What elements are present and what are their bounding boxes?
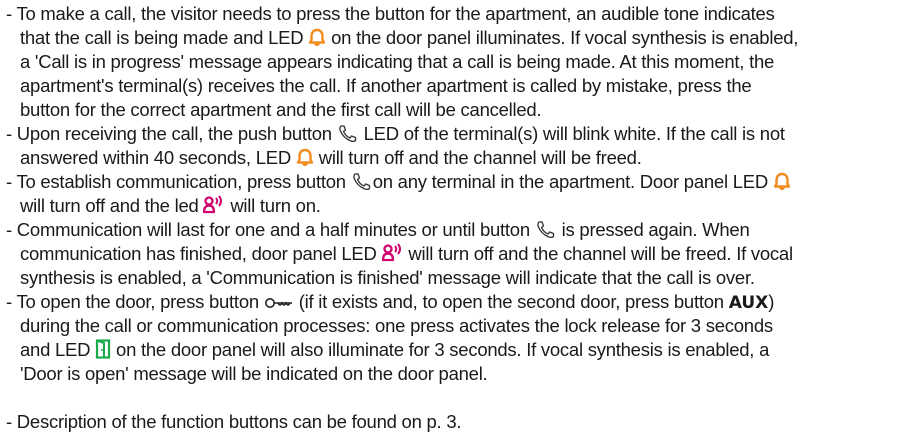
handset-icon [537,221,554,239]
text-line: - To establish communication, press butt… [6,170,902,194]
text-segment: will turn off and the led [20,195,199,216]
bell-led-icon [773,172,791,191]
text-line: answered within 40 seconds, LED will tur… [6,146,902,170]
paragraph-receive-call: - Upon receiving the call, the push butt… [6,122,902,170]
paragraph-establish-communication: - To establish communication, press butt… [6,170,902,218]
talk-led-icon [203,195,223,214]
text-segment: on the door panel illuminates. If vocal … [331,27,799,48]
handset-icon [352,173,370,191]
text-line: apartment's terminal(s) receives the cal… [20,75,752,96]
text-line: - Communication will last for one and a … [6,218,902,242]
door-open-led-icon [96,339,111,359]
text-line: will turn off and the led will turn on. [6,194,902,218]
text-segment: LED of the terminal(s) will blink white.… [363,123,785,144]
text-segment: will turn off and the channel will be fr… [318,147,642,168]
text-line: synthesis is enabled, a 'Communication i… [20,267,755,288]
text-segment: (if it exists and, to open the second do… [298,291,724,312]
text-line: 'Door is open' message will be indicated… [20,363,488,384]
text-segment: - Communication will last for one and a … [6,219,530,240]
key-icon [264,298,292,308]
text-line: communication has finished, door panel L… [6,242,902,266]
text-line: - Description of the function buttons ca… [6,411,462,432]
text-segment: on the door panel will also illuminate f… [116,339,770,360]
bell-led-icon [309,28,326,47]
text-line: button for the correct apartment and the… [20,99,542,120]
text-segment: on any terminal in the apartment. Door p… [372,171,768,192]
text-segment: is pressed again. When [561,219,750,240]
text-segment: ) [768,291,775,312]
text-segment: that the call is being made and LED [20,27,304,48]
paragraph-communication-duration: - Communication will last for one and a … [6,218,902,290]
handset-icon [338,125,356,143]
text-segment: - Upon receiving the call, the push butt… [6,123,332,144]
text-segment: will turn on. [230,195,321,216]
text-line: and LED on the door panel will also illu… [6,338,902,362]
text-line: during the call or communication process… [20,315,773,336]
text-segment: and LED [20,339,91,360]
text-line: - Upon receiving the call, the push butt… [6,122,902,146]
text-line: that the call is being made and LED on t… [6,26,902,50]
paragraph-open-door: - To open the door, press button (if it … [6,290,902,386]
talk-led-icon [381,243,401,262]
instruction-page: - To make a call, the visitor needs to p… [0,0,910,438]
text-line: - To make a call, the visitor needs to p… [6,3,775,24]
bell-led-icon [296,148,314,167]
text-segment: answered within 40 seconds, LED [20,147,291,168]
text-segment: communication has finished, door panel L… [20,243,377,264]
text-segment: - To establish communication, press butt… [6,171,346,192]
paragraph-function-buttons: - Description of the function buttons ca… [6,410,902,434]
aux-button-label: AUX [728,293,769,313]
text-line: - To open the door, press button (if it … [6,290,902,314]
text-segment: will turn off and the channel will be fr… [408,243,793,264]
paragraph-make-call: - To make a call, the visitor needs to p… [6,2,902,122]
text-segment: - To open the door, press button [6,291,259,312]
text-line: a 'Call is in progress' message appears … [20,51,775,72]
